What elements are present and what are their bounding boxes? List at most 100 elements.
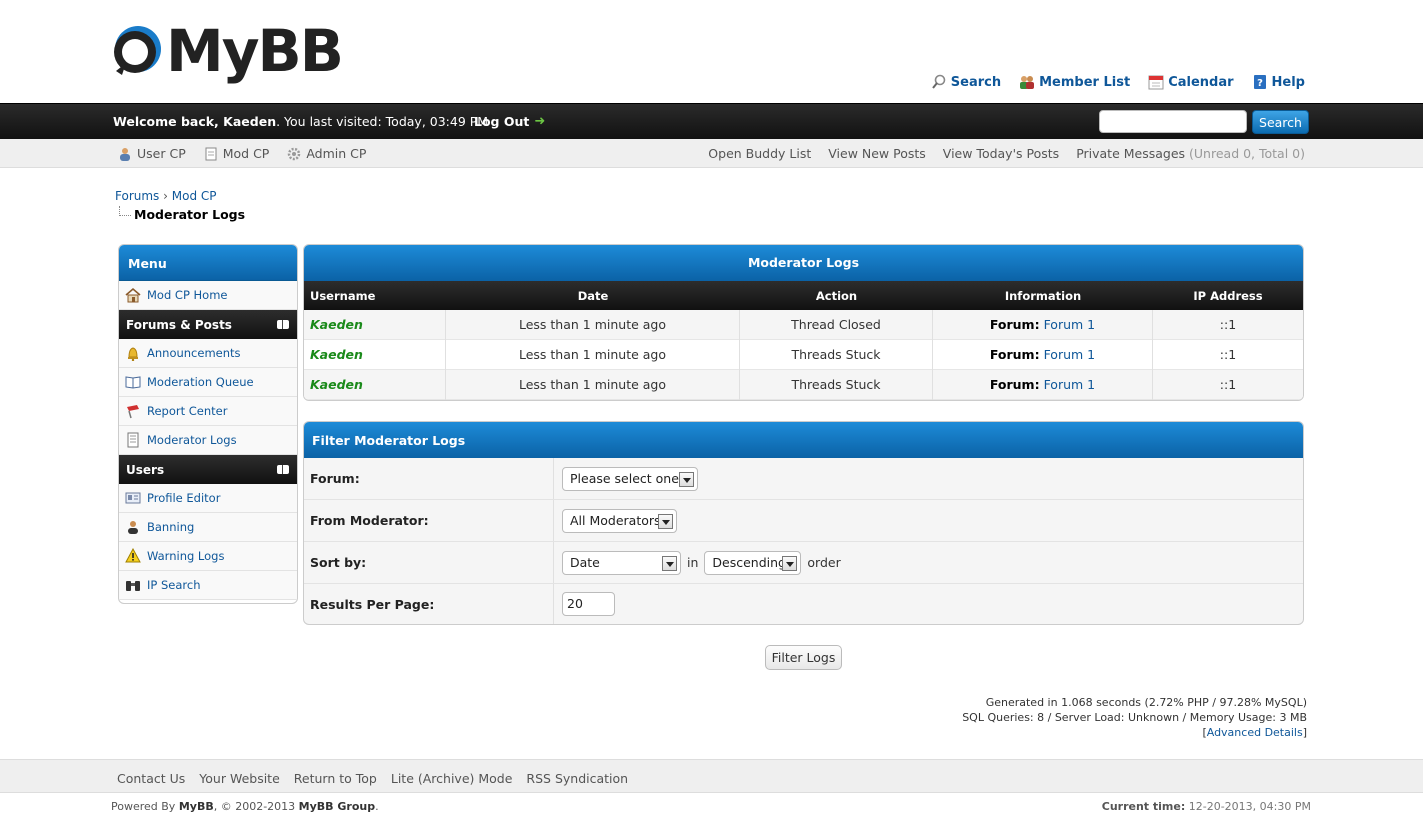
todays-posts-link[interactable]: View Today's Posts: [943, 146, 1059, 161]
calendar-icon: [1148, 74, 1164, 90]
tree-branch: [119, 205, 131, 216]
menu-section-forums-posts[interactable]: Forums & Posts: [119, 310, 297, 339]
table-row: Kaeden Less than 1 minute ago Threads St…: [304, 369, 1303, 400]
sort-order-select[interactable]: Descending: [704, 550, 802, 575]
breadcrumb-forums[interactable]: Forums: [115, 189, 159, 203]
help-book-icon: ?: [1252, 74, 1268, 90]
user-cp-link[interactable]: User CP: [118, 146, 186, 161]
debug-info: Generated in 1.068 seconds (2.72% PHP / …: [962, 696, 1307, 739]
col-date: Date: [577, 288, 609, 303]
results-per-page-input[interactable]: 20: [562, 592, 615, 616]
menu-item-banning[interactable]: Banning: [119, 513, 297, 542]
mybb-group-link[interactable]: MyBB Group: [299, 800, 375, 813]
collapse-icon[interactable]: [277, 320, 289, 329]
current-username[interactable]: Kaeden: [223, 114, 276, 129]
advanced-details-link[interactable]: Advanced Details: [1207, 726, 1303, 739]
log-page-icon: [125, 432, 141, 448]
row-username[interactable]: Kaeden: [310, 377, 363, 392]
mybb-logo[interactable]: MyBB: [108, 16, 344, 86]
user-icon: [118, 147, 132, 161]
quick-search-button[interactable]: Search: [1252, 110, 1309, 134]
mod-cp-link[interactable]: Mod CP: [204, 146, 269, 161]
forum-select[interactable]: Please select one:: [562, 466, 698, 491]
row-action: Thread Closed: [740, 309, 933, 340]
moderator-logs-table: Moderator Logs Username Date Action Info…: [303, 244, 1304, 401]
row-forum-link[interactable]: Forum 1: [1044, 377, 1096, 392]
gear-icon: [287, 147, 301, 161]
dropdown-arrow-icon: [679, 471, 694, 487]
dropdown-arrow-icon: [662, 555, 677, 571]
footer-contact-us[interactable]: Contact Us: [117, 771, 185, 786]
copyright: Powered By MyBB, © 2002-2013 MyBB Group.: [111, 800, 379, 813]
brand-wordmark: MyBB: [166, 17, 344, 85]
top-link-search[interactable]: Search: [931, 74, 1001, 90]
document-icon: [204, 147, 218, 161]
top-link-calendar[interactable]: Calendar: [1148, 74, 1234, 90]
menu-title: Menu: [119, 245, 297, 281]
sort-by-select[interactable]: Date: [562, 550, 681, 575]
private-messages-link[interactable]: Private Messages (Unread 0, Total 0): [1076, 146, 1305, 161]
row-date: Less than 1 minute ago: [446, 369, 740, 400]
row-information: Forum: Forum 1: [933, 309, 1153, 340]
row-ip: ::1: [1219, 376, 1237, 392]
menu-item-moderation-queue[interactable]: Moderation Queue: [119, 368, 297, 397]
row-date: Less than 1 minute ago: [446, 309, 740, 340]
filter-title: Filter Moderator Logs: [304, 422, 1303, 458]
menu-item-announcements[interactable]: Announcements: [119, 339, 297, 368]
menu-item-modcp-home[interactable]: Mod CP Home: [119, 281, 297, 310]
col-information: Information: [1004, 288, 1082, 303]
filter-row-per-page: Results Per Page: 20: [304, 584, 1303, 624]
moderator-select[interactable]: All Moderators: [562, 508, 677, 533]
filter-logs-button[interactable]: Filter Logs: [765, 645, 842, 670]
col-action: Action: [815, 288, 858, 303]
table-row: Kaeden Less than 1 minute ago Thread Clo…: [304, 309, 1303, 340]
menu-item-profile-editor[interactable]: Profile Editor: [119, 484, 297, 513]
user-nav-bar: User CP Mod CP Admin CP Open Buddy List …: [0, 139, 1423, 168]
footer-rss[interactable]: RSS Syndication: [526, 771, 628, 786]
buddy-list-link[interactable]: Open Buddy List: [708, 146, 811, 161]
admin-cp-link[interactable]: Admin CP: [287, 146, 366, 161]
row-forum-link[interactable]: Forum 1: [1044, 347, 1096, 362]
logout-link[interactable]: Log Out ➜: [474, 114, 545, 129]
speech-bubble-icon: [108, 23, 164, 79]
person-icon: [125, 519, 141, 535]
logs-table-header: Username Date Action Information IP Addr…: [304, 281, 1303, 310]
dropdown-arrow-icon: [782, 555, 798, 571]
table-row: Kaeden Less than 1 minute ago Threads St…: [304, 339, 1303, 370]
footer-your-website[interactable]: Your Website: [199, 771, 280, 786]
mybb-credit-link[interactable]: MyBB: [179, 800, 214, 813]
menu-item-warning-logs[interactable]: Warning Logs: [119, 542, 297, 571]
breadcrumb-mod-cp[interactable]: Mod CP: [172, 189, 217, 203]
magnifier-icon: [931, 74, 947, 90]
quick-search-input[interactable]: [1099, 110, 1247, 133]
row-username[interactable]: Kaeden: [310, 317, 363, 332]
col-ip-address: IP Address: [1193, 288, 1263, 303]
row-information: Forum: Forum 1: [933, 369, 1153, 400]
menu-item-moderator-logs[interactable]: Moderator Logs: [119, 426, 297, 455]
menu-section-users[interactable]: Users: [119, 455, 297, 484]
welcome-panel: Welcome back, Kaeden. You last visited: …: [0, 103, 1423, 139]
report-flag-icon: [125, 403, 141, 419]
open-book-icon: [125, 374, 141, 390]
filter-row-forum: Forum: Please select one:: [304, 458, 1303, 500]
filter-logs-form: Filter Moderator Logs Forum: Please sele…: [303, 421, 1304, 625]
collapse-icon[interactable]: [277, 465, 289, 474]
filter-row-sort: Sort by: Date in Descending order: [304, 542, 1303, 584]
bell-icon: [125, 345, 141, 362]
row-username[interactable]: Kaeden: [310, 347, 363, 362]
row-forum-link[interactable]: Forum 1: [1044, 317, 1096, 332]
top-links: Search Member List Calendar ? Help: [931, 74, 1305, 90]
footer-return-to-top[interactable]: Return to Top: [294, 771, 377, 786]
filter-row-moderator: From Moderator: All Moderators: [304, 500, 1303, 542]
footer-links-bar: Contact Us Your Website Return to Top Li…: [0, 759, 1423, 793]
menu-item-ip-search[interactable]: IP Search: [119, 571, 297, 600]
row-information: Forum: Forum 1: [933, 339, 1153, 370]
top-link-help[interactable]: ? Help: [1252, 74, 1305, 90]
menu-item-report-center[interactable]: Report Center: [119, 397, 297, 426]
new-posts-link[interactable]: View New Posts: [828, 146, 926, 161]
house-icon: [125, 287, 141, 303]
svg-text:?: ?: [1257, 78, 1263, 89]
warning-icon: [125, 547, 141, 564]
top-link-member-list[interactable]: Member List: [1019, 74, 1130, 90]
footer-lite-mode[interactable]: Lite (Archive) Mode: [391, 771, 513, 786]
